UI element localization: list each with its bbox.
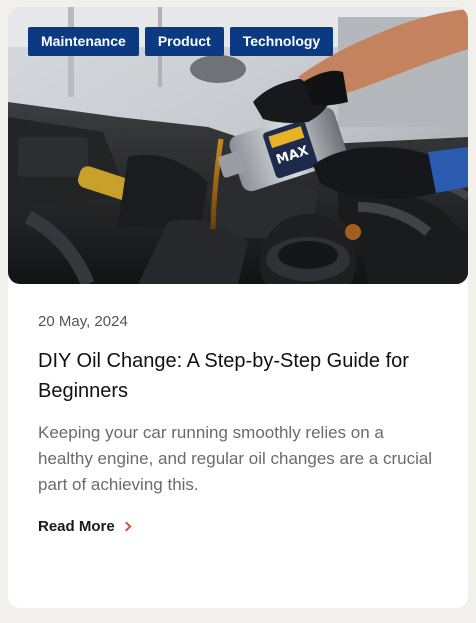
read-more-link[interactable]: Read More: [38, 518, 132, 535]
blog-card: MAX Maintenance Product Technology 20 Ma…: [8, 7, 468, 608]
tag-list: Maintenance Product Technology: [28, 27, 334, 56]
hero-image[interactable]: MAX Maintenance Product Technology: [8, 7, 468, 284]
read-more-label: Read More: [38, 518, 115, 535]
chevron-right-icon: [121, 521, 132, 532]
tag-product[interactable]: Product: [144, 27, 224, 56]
tag-maintenance[interactable]: Maintenance: [28, 27, 139, 56]
post-excerpt: Keeping your car running smoothly relies…: [38, 423, 433, 494]
post-title[interactable]: DIY Oil Change: A Step-by-Step Guide for…: [38, 346, 442, 406]
post-date: 20 May, 2024: [38, 313, 128, 330]
tag-technology[interactable]: Technology: [229, 27, 334, 56]
card-body: 20 May, 2024 DIY Oil Change: A Step-by-S…: [38, 313, 442, 536]
